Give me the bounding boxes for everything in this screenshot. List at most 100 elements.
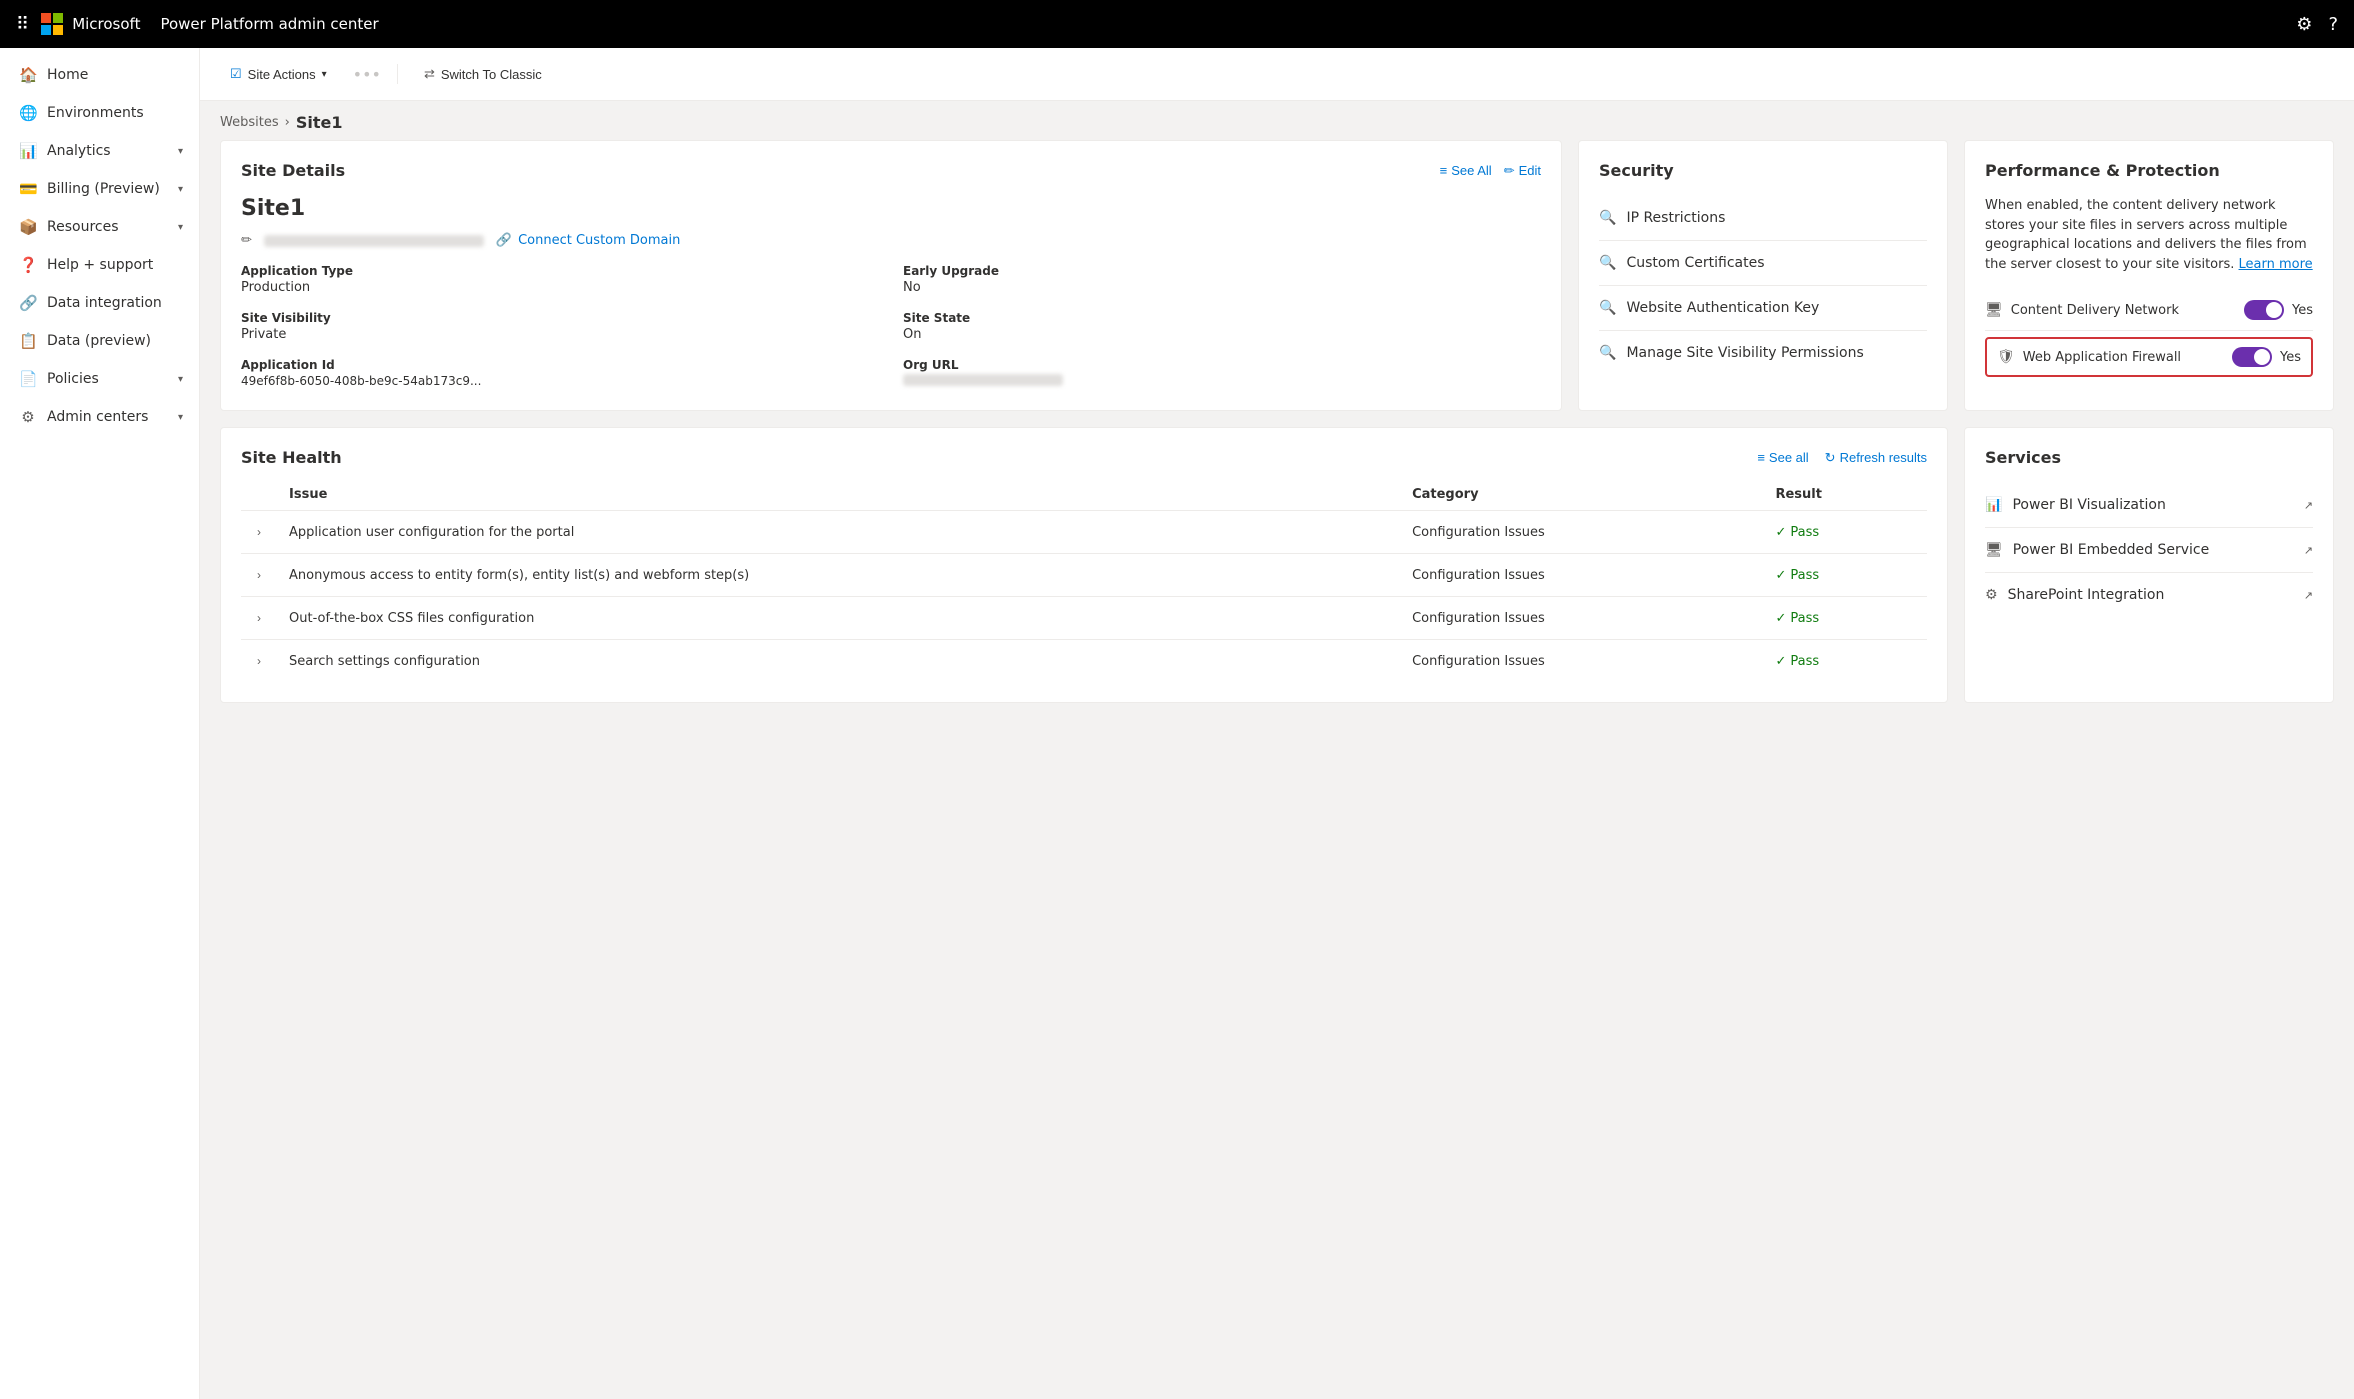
ip-restrictions-icon: 🔍 <box>1599 210 1616 226</box>
detail-app-type: Application Type Production <box>241 264 879 295</box>
detail-site-visibility: Site Visibility Private <box>241 311 879 342</box>
site-health-header: Site Health ≡ See all ↻ Refresh results <box>241 448 1927 467</box>
settings-icon[interactable]: ⚙ <box>2296 14 2312 35</box>
cdn-icon: 🖥 <box>1985 302 2003 318</box>
switch-to-classic-button[interactable]: ⇄ Switch To Classic <box>414 60 552 88</box>
result-col-header: Result <box>1763 479 1927 511</box>
security-card: Security 🔍 IP Restrictions 🔍 Custom Cert… <box>1578 140 1948 411</box>
sidebar-item-home[interactable]: 🏠 Home <box>0 56 199 94</box>
security-custom-certificates[interactable]: 🔍 Custom Certificates <box>1599 241 1927 286</box>
sidebar: 🏠 Home 🌐 Environments 📊 Analytics ▾ 💳 Bi… <box>0 48 200 1399</box>
site-url-row: ✏ 🔗 Connect Custom Domain <box>241 233 1541 248</box>
service-power-bi-viz[interactable]: 📊 Power BI Visualization ↗ <box>1985 483 2313 528</box>
chain-icon: 🔗 <box>496 233 512 248</box>
sidebar-item-environments[interactable]: 🌐 Environments <box>0 94 199 132</box>
sidebar-label-environments: Environments <box>47 105 144 121</box>
site-details-actions: ≡ See All ✏ Edit <box>1440 163 1541 179</box>
switch-to-classic-label: Switch To Classic <box>441 67 542 82</box>
expand-row-0[interactable]: › <box>253 521 265 543</box>
cdn-toggle-switch[interactable] <box>2244 300 2284 320</box>
health-row-2: › Out-of-the-box CSS files configuration… <box>241 597 1927 640</box>
expand-row-2[interactable]: › <box>253 607 265 629</box>
ms-wordmark: Microsoft <box>72 15 140 33</box>
security-site-visibility[interactable]: 🔍 Manage Site Visibility Permissions <box>1599 331 1927 375</box>
help-icon[interactable]: ? <box>2328 14 2338 35</box>
refresh-button[interactable]: ↻ Refresh results <box>1825 450 1927 466</box>
services-card: Services 📊 Power BI Visualization ↗ 🖥 Po… <box>1964 427 2334 703</box>
sidebar-label-billing: Billing (Preview) <box>47 181 160 197</box>
billing-chevron-icon: ▾ <box>178 184 183 195</box>
service-sharepoint[interactable]: ⚙ SharePoint Integration ↗ <box>1985 573 2313 617</box>
health-result-2: ✓ Pass <box>1763 597 1927 640</box>
sidebar-item-data-preview[interactable]: 📋 Data (preview) <box>0 322 199 360</box>
learn-more-link[interactable]: Learn more <box>2239 257 2313 272</box>
site-health-title: Site Health <box>241 448 342 467</box>
expand-col-header <box>241 479 277 511</box>
health-issue-3: Search settings configuration <box>277 640 1400 683</box>
sidebar-item-resources[interactable]: 📦 Resources ▾ <box>0 208 199 246</box>
edit-button[interactable]: ✏ Edit <box>1504 163 1541 179</box>
waf-toggle-right: Yes <box>2232 347 2301 367</box>
expand-row-1[interactable]: › <box>253 564 265 586</box>
admin-centers-chevron-icon: ▾ <box>178 412 183 423</box>
waf-toggle-value: Yes <box>2280 350 2301 365</box>
list-icon: ≡ <box>1440 163 1448 178</box>
data-preview-icon: 📋 <box>19 332 37 350</box>
health-table: Issue Category Result › Application user… <box>241 479 1927 682</box>
sidebar-item-analytics[interactable]: 📊 Analytics ▾ <box>0 132 199 170</box>
health-result-0: ✓ Pass <box>1763 511 1927 554</box>
health-row-1: › Anonymous access to entity form(s), en… <box>241 554 1927 597</box>
site-actions-button[interactable]: ☑ Site Actions ▾ <box>220 60 337 88</box>
waf-icon: 🛡 <box>1997 349 2015 365</box>
breadcrumb: Websites › Site1 <box>200 101 2354 140</box>
auth-key-icon: 🔍 <box>1599 300 1616 316</box>
health-issue-1: Anonymous access to entity form(s), enti… <box>277 554 1400 597</box>
cdn-toggle-right: Yes <box>2244 300 2313 320</box>
detail-org-url: Org URL <box>903 358 1541 390</box>
connect-domain-button[interactable]: 🔗 Connect Custom Domain <box>496 233 680 248</box>
security-auth-key[interactable]: 🔍 Website Authentication Key <box>1599 286 1927 331</box>
expand-row-3[interactable]: › <box>253 650 265 672</box>
site-visibility-label: Manage Site Visibility Permissions <box>1626 345 1863 361</box>
topnav-right: ⚙ ? <box>2296 14 2338 35</box>
waf-toggle-left: 🛡 Web Application Firewall <box>1997 349 2181 365</box>
topnav: ⠿ Microsoft Power Platform admin center … <box>0 0 2354 48</box>
security-ip-restrictions[interactable]: 🔍 IP Restrictions <box>1599 196 1927 241</box>
site-actions-chevron-icon: ▾ <box>322 69 327 80</box>
external-link-icon-0: ↗ <box>2304 499 2313 512</box>
sidebar-item-billing[interactable]: 💳 Billing (Preview) ▾ <box>0 170 199 208</box>
edit-icon: ✏ <box>1504 163 1515 179</box>
breadcrumb-separator: › <box>285 115 290 130</box>
services-title: Services <box>1985 448 2061 467</box>
main-content: ☑ Site Actions ▾ ••• ⇄ Switch To Classic… <box>200 48 2354 1399</box>
site-health-card: Site Health ≡ See all ↻ Refresh results <box>220 427 1948 703</box>
custom-certificates-icon: 🔍 <box>1599 255 1616 271</box>
more-options-icon[interactable]: ••• <box>353 65 381 84</box>
power-bi-embedded-icon: 🖥 <box>1985 542 2003 558</box>
breadcrumb-parent[interactable]: Websites <box>220 115 279 130</box>
switch-icon: ⇄ <box>424 66 435 82</box>
see-all-health-button[interactable]: ≡ See all <box>1757 450 1808 465</box>
site-health-card-inner: Site Health ≡ See all ↻ Refresh results <box>220 427 1948 703</box>
policies-icon: 📄 <box>19 370 37 388</box>
security-title: Security <box>1599 161 1674 180</box>
sidebar-item-policies[interactable]: 📄 Policies ▾ <box>0 360 199 398</box>
analytics-icon: 📊 <box>19 142 37 160</box>
sidebar-item-data-integration[interactable]: 🔗 Data integration <box>0 284 199 322</box>
service-power-bi-embedded[interactable]: 🖥 Power BI Embedded Service ↗ <box>1985 528 2313 573</box>
sidebar-item-admin-centers[interactable]: ⚙ Admin centers ▾ <box>0 398 199 436</box>
cdn-label: Content Delivery Network <box>2011 303 2179 318</box>
sidebar-label-data-preview: Data (preview) <box>47 333 151 349</box>
site-details-header: Site Details ≡ See All ✏ Edit <box>241 161 1541 180</box>
list-health-icon: ≡ <box>1757 450 1765 465</box>
sidebar-label-resources: Resources <box>47 219 119 235</box>
waf-toggle-switch[interactable] <box>2232 347 2272 367</box>
performance-title: Performance & Protection <box>1985 161 2220 180</box>
toolbar: ☑ Site Actions ▾ ••• ⇄ Switch To Classic <box>200 48 2354 101</box>
category-col-header: Category <box>1400 479 1763 511</box>
app-title: Power Platform admin center <box>160 15 378 33</box>
see-all-button[interactable]: ≡ See All <box>1440 163 1492 178</box>
sidebar-item-help[interactable]: ❓ Help + support <box>0 246 199 284</box>
site-name: Site1 <box>241 196 1541 221</box>
waffle-icon[interactable]: ⠿ <box>16 14 29 35</box>
